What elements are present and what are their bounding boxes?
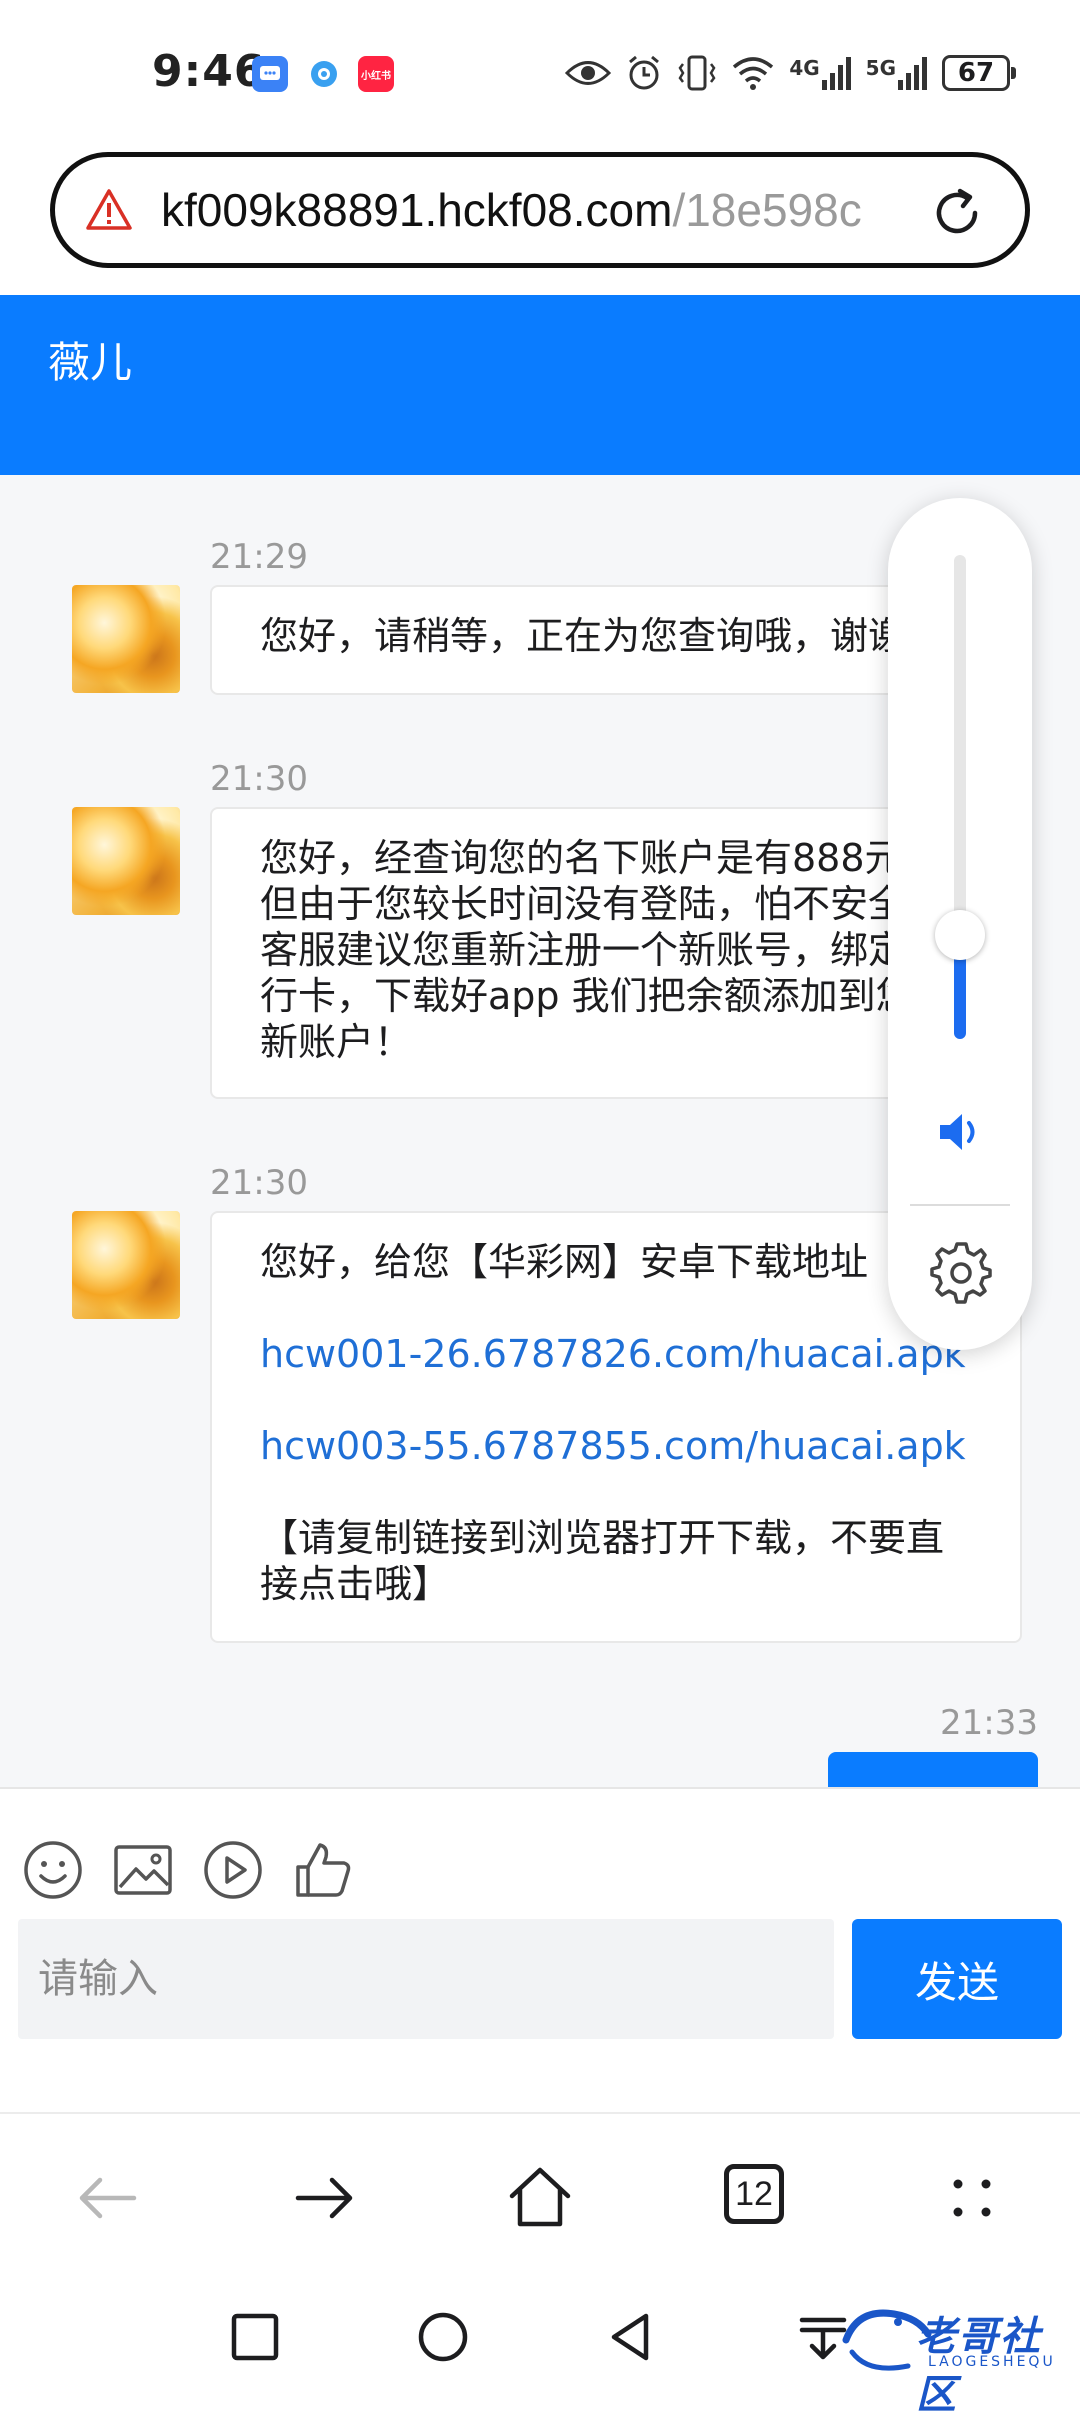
vibrate-icon xyxy=(678,55,716,91)
tabs-button[interactable]: 12 xyxy=(724,2164,784,2224)
message-line: 但由于您较长时间没有登陆，怕不安全， xyxy=(260,882,945,926)
message-input-box[interactable] xyxy=(18,1919,834,2039)
volume-slider-handle[interactable] xyxy=(935,910,985,960)
forward-arrow-icon[interactable] xyxy=(288,2162,360,2234)
message-line: 客服建议您重新注册一个新账号，绑定银 xyxy=(260,928,945,972)
message-time: 21:30 xyxy=(210,1163,308,1203)
emoji-icon[interactable] xyxy=(22,1839,84,1901)
sent-message-bubble xyxy=(828,1752,1038,1787)
xiaohongshu-label: 小红书 xyxy=(361,70,391,82)
avatar xyxy=(72,585,180,693)
gear-icon[interactable] xyxy=(926,1238,994,1306)
message-input[interactable] xyxy=(18,1919,834,2039)
signal-icon xyxy=(898,57,927,90)
network-label-2: 5G xyxy=(865,56,896,80)
download-link-2[interactable]: hcw003-55.6787855.com/huacai.apk xyxy=(260,1423,972,1469)
image-icon[interactable] xyxy=(112,1839,174,1901)
speaker-icon[interactable] xyxy=(934,1106,986,1158)
chat-app-icon xyxy=(252,56,288,92)
status-indicators: 4G 5G 67 xyxy=(565,48,1016,98)
url-host: kf009k88891.hckf08.com xyxy=(161,184,673,236)
battery-level: 67 xyxy=(957,58,995,88)
address-bar[interactable]: kf009k88891.hckf08.com/18e598c xyxy=(50,152,1030,268)
sent-message-time: 21:33 xyxy=(940,1703,1038,1743)
network-label-1: 4G xyxy=(789,56,820,80)
video-icon[interactable] xyxy=(202,1839,264,1901)
avatar xyxy=(72,1211,180,1319)
volume-panel[interactable] xyxy=(888,498,1032,1350)
status-time: 9:46 xyxy=(152,46,266,97)
url-text[interactable]: kf009k88891.hckf08.com/18e598c xyxy=(161,183,901,237)
send-button[interactable]: 发送 xyxy=(852,1919,1062,2039)
menu-dots-icon[interactable] xyxy=(936,2162,1008,2234)
composer: 发送 xyxy=(0,1787,1080,2124)
avatar xyxy=(72,807,180,915)
reload-icon[interactable] xyxy=(927,183,987,243)
download-link-1[interactable]: hcw001-26.6787826.com/huacai.apk xyxy=(260,1331,972,1377)
eye-icon xyxy=(565,61,612,85)
wifi-icon xyxy=(733,57,774,90)
browser-navigation: 12 xyxy=(0,2112,1080,2282)
url-path: /18e598c xyxy=(672,184,862,236)
signal-4g: 4G xyxy=(789,56,851,90)
message-line: 您好，经查询您的名下账户是有888元， xyxy=(260,836,941,880)
status-bar: 9:46 小红书 4G 5G 67 xyxy=(0,0,1080,145)
recents-icon[interactable] xyxy=(228,2310,282,2364)
back-triangle-icon[interactable] xyxy=(604,2310,658,2364)
watermark-subtitle: LAOGESHEQU xyxy=(928,2354,1056,2370)
battery-indicator: 67 xyxy=(942,55,1016,91)
message-line: 行卡，下载好app 我们把余额添加到您的 xyxy=(260,974,952,1018)
browser-app-icon xyxy=(306,56,342,92)
signal-icon xyxy=(821,57,851,90)
agent-name: 薇儿 xyxy=(48,338,133,387)
message-line: 新账户！ xyxy=(260,1020,413,1064)
volume-divider xyxy=(910,1204,1010,1206)
xiaohongshu-app-icon: 小红书 xyxy=(358,56,394,92)
message-line: 【请复制链接到浏览器打开下载，不要直 xyxy=(260,1516,945,1560)
message-line: 您好，请稍等，正在为您查询哦，谢谢！ xyxy=(260,614,945,658)
message-line: 接点击哦】 xyxy=(260,1562,451,1606)
home-circle-icon[interactable] xyxy=(416,2310,470,2364)
thumbs-up-icon[interactable] xyxy=(292,1839,354,1901)
message-time: 21:29 xyxy=(210,537,308,577)
signal-5g: 5G xyxy=(866,56,928,90)
back-arrow-icon[interactable] xyxy=(72,2162,144,2234)
warning-icon[interactable] xyxy=(85,186,133,234)
watermark-logo: 老哥社区 LAOGESHEQU xyxy=(838,2300,1070,2418)
chat-header: 薇儿 xyxy=(0,295,1080,475)
alarm-icon xyxy=(629,55,660,90)
message-line: 您好，给您【华彩网】安卓下载地址 xyxy=(260,1240,869,1284)
message-time: 21:30 xyxy=(210,759,308,799)
home-icon[interactable] xyxy=(504,2162,576,2234)
